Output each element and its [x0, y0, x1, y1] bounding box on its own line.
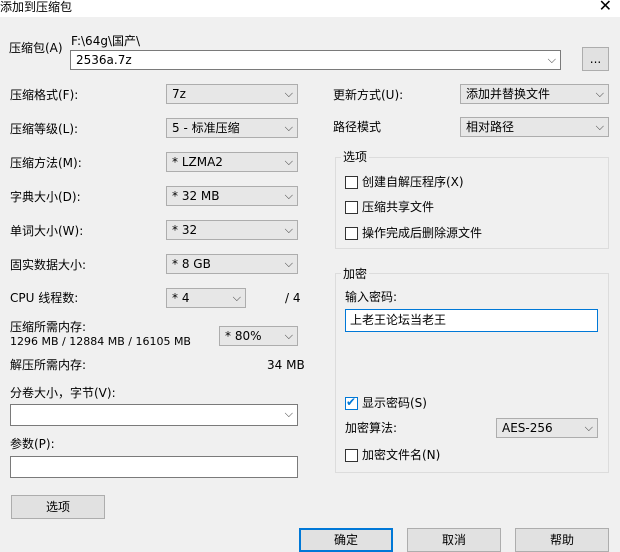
- word-value: * 32: [172, 223, 198, 237]
- cpu-select[interactable]: * 4 ⌵: [166, 288, 246, 308]
- cpu-label: CPU 线程数:: [10, 291, 79, 305]
- chevron-down-icon: ⌵: [284, 257, 293, 270]
- format-value: 7z: [172, 87, 186, 101]
- browse-button[interactable]: ...: [582, 47, 609, 71]
- help-button[interactable]: 帮助: [515, 528, 609, 552]
- sfx-label: 创建自解压程序(X): [362, 175, 464, 189]
- archive-label: 压缩包(A): [9, 41, 63, 55]
- archive-name-value: 2536a.7z: [76, 53, 132, 67]
- params-label: 参数(P):: [10, 437, 55, 451]
- update-value: 添加并替换文件: [466, 87, 551, 101]
- chevron-down-icon: ⌵: [232, 291, 241, 304]
- check-icon: ✔: [346, 395, 357, 409]
- ok-button[interactable]: 确定: [299, 528, 393, 552]
- method-value: * LZMA2: [172, 155, 223, 169]
- title-bar: 添加到压缩包 ✕: [0, 0, 620, 17]
- options-group-title: 选项: [341, 150, 370, 164]
- word-select[interactable]: * 32 ⌵: [166, 220, 298, 240]
- archive-folder: F:\64g\国产\: [71, 34, 141, 48]
- decomp-value: 34 MB: [267, 358, 305, 372]
- memory-detail: 1296 MB / 12884 MB / 16105 MB: [10, 335, 191, 348]
- delete-checkbox[interactable]: [345, 227, 358, 240]
- memory-select[interactable]: * 80% ⌵: [219, 326, 298, 346]
- path-select[interactable]: 相对路径 ⌵: [460, 117, 609, 137]
- encrypt-method-select[interactable]: AES-256 ⌵: [496, 418, 598, 438]
- close-icon[interactable]: ✕: [599, 0, 612, 15]
- volume-combo[interactable]: ⌵: [10, 404, 298, 426]
- window-title: 添加到压缩包: [0, 0, 73, 14]
- encrypt-names-label: 加密文件名(N): [362, 448, 441, 462]
- solid-label: 固实数据大小:: [10, 258, 87, 272]
- solid-select[interactable]: * 8 GB ⌵: [166, 254, 298, 274]
- word-label: 单词大小(W):: [10, 224, 84, 238]
- delete-label: 操作完成后删除源文件: [362, 226, 483, 240]
- solid-value: * 8 GB: [172, 257, 211, 271]
- format-select[interactable]: 7z ⌵: [166, 84, 298, 104]
- method-label: 压缩方法(M):: [10, 156, 82, 170]
- dict-label: 字典大小(D):: [10, 190, 81, 204]
- chevron-down-icon: ⌵: [284, 329, 293, 342]
- dict-value: * 32 MB: [172, 189, 220, 203]
- memory-value: * 80%: [225, 329, 262, 343]
- encrypt-group-title: 加密: [341, 267, 370, 281]
- shared-label: 压缩共享文件: [362, 200, 435, 214]
- password-label: 输入密码:: [345, 290, 398, 304]
- cancel-button[interactable]: 取消: [407, 528, 501, 552]
- chevron-down-icon: ⌵: [284, 87, 293, 100]
- level-select[interactable]: 5 - 标准压缩 ⌵: [166, 118, 298, 138]
- level-value: 5 - 标准压缩: [172, 121, 240, 135]
- cpu-max: / 4: [285, 291, 301, 305]
- chevron-down-icon: ⌵: [284, 223, 293, 236]
- memory-label: 压缩所需内存:: [10, 320, 87, 334]
- chevron-down-icon[interactable]: ⌵: [285, 405, 293, 423]
- chevron-down-icon: ⌵: [595, 87, 604, 100]
- options-button[interactable]: 选项: [11, 495, 105, 519]
- encrypt-names-checkbox[interactable]: [345, 449, 358, 462]
- path-label: 路径模式: [333, 120, 382, 134]
- update-select[interactable]: 添加并替换文件 ⌵: [460, 84, 609, 104]
- sfx-checkbox[interactable]: [345, 176, 358, 189]
- show-password-checkbox[interactable]: ✔: [345, 395, 358, 410]
- chevron-down-icon: ⌵: [284, 189, 293, 202]
- volume-label: 分卷大小，字节(V):: [10, 386, 116, 400]
- chevron-down-icon: ⌵: [284, 121, 293, 134]
- chevron-down-icon: ⌵: [584, 421, 593, 434]
- level-label: 压缩等级(L):: [10, 122, 79, 136]
- chevron-down-icon: ⌵: [595, 120, 604, 133]
- params-input[interactable]: [10, 456, 298, 478]
- encrypt-method-label: 加密算法:: [345, 421, 398, 435]
- show-password-label: 显示密码(S): [362, 396, 427, 410]
- decomp-label: 解压所需内存:: [10, 358, 87, 372]
- chevron-down-icon[interactable]: ⌵: [548, 51, 556, 69]
- archive-name-combo[interactable]: 2536a.7z ⌵: [70, 50, 561, 70]
- format-label: 压缩格式(F):: [10, 88, 79, 102]
- shared-checkbox[interactable]: [345, 201, 358, 214]
- update-label: 更新方式(U):: [333, 88, 404, 102]
- chevron-down-icon: ⌵: [284, 155, 293, 168]
- password-input[interactable]: 上老王论坛当老王: [345, 309, 598, 332]
- dict-select[interactable]: * 32 MB ⌵: [166, 186, 298, 206]
- method-select[interactable]: * LZMA2 ⌵: [166, 152, 298, 172]
- path-value: 相对路径: [466, 120, 515, 134]
- encrypt-method-value: AES-256: [502, 421, 553, 435]
- cpu-value: * 4: [172, 291, 190, 305]
